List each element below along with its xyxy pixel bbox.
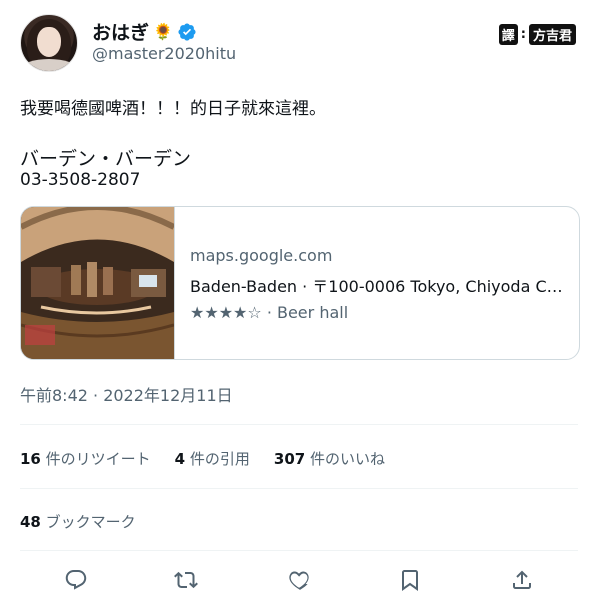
link-card-domain: maps.google.com: [190, 246, 333, 265]
bookmark-button[interactable]: [396, 566, 424, 594]
share-icon: [513, 570, 531, 589]
reply-icon: [65, 570, 87, 590]
tweet-timestamp[interactable]: 午前8:42 · 2022年12月11日: [20, 382, 233, 406]
quotes-stat[interactable]: 4 件の引用: [175, 448, 250, 469]
divider: [20, 550, 578, 551]
likes-count: 307: [273, 450, 306, 468]
quotes-count: 4: [174, 450, 186, 468]
engagement-stats: 16 件のリツイート 4 件の引用 307 件のいいね: [20, 448, 385, 469]
tweet-text-line-1: 我要喝德國啤酒！！！的日子就來這裡。: [20, 99, 326, 119]
avatar-face: [37, 27, 61, 57]
share-button[interactable]: [508, 566, 536, 594]
like-button[interactable]: [285, 566, 313, 594]
tweet-text-line-3: 03-3508-2807: [20, 170, 141, 190]
link-card-title: Baden-Baden · 〒100-0006 Tokyo, Chiyoda C…: [190, 277, 565, 296]
bookmarks-count: 48: [20, 513, 41, 531]
verified-badge-icon: [177, 22, 197, 42]
translator-badge: 譯 : 方吉君: [498, 24, 576, 45]
retweets-count: 16: [20, 450, 41, 468]
avatar-shoulder: [21, 59, 77, 71]
like-icon: [289, 571, 309, 590]
quotes-label: 件の引用: [189, 450, 250, 468]
link-card-body: maps.google.com Baden-Baden · 〒100-0006 …: [175, 207, 565, 359]
divider: [20, 424, 578, 425]
retweets-label: 件のリツイート: [45, 450, 151, 468]
bookmarks-label: ブックマーク: [45, 513, 136, 531]
link-card[interactable]: maps.google.com Baden-Baden · 〒100-0006 …: [20, 206, 580, 360]
bookmarks-stat[interactable]: 48 ブックマーク: [20, 511, 136, 532]
sunflower-emoji: 🌻: [153, 21, 173, 41]
retweet-icon: [174, 571, 198, 589]
divider: [20, 488, 578, 489]
rating-stars: ★★★★☆: [190, 303, 262, 322]
action-bar: [20, 562, 578, 598]
translator-name: 方吉君: [528, 24, 576, 45]
link-card-category: · Beer hall: [266, 303, 349, 322]
link-card-thumbnail: [21, 207, 175, 359]
translator-prefix: 譯: [498, 24, 518, 45]
tweet-text-line-2: バーデン・バーデン: [20, 148, 192, 170]
reply-button[interactable]: [62, 566, 90, 594]
avatar[interactable]: [20, 14, 78, 72]
translator-separator: :: [520, 27, 526, 42]
author-display-name[interactable]: おはぎ: [92, 18, 149, 45]
retweets-stat[interactable]: 16 件のリツイート: [20, 448, 151, 469]
link-card-description: ★★★★☆ · Beer hall: [190, 303, 565, 322]
likes-stat[interactable]: 307 件のいいね: [274, 448, 385, 469]
author-name-row: おはぎ 🌻: [92, 18, 197, 45]
retweet-button[interactable]: [172, 566, 200, 594]
bookmark-icon: [402, 570, 418, 591]
likes-label: 件のいいね: [310, 450, 386, 468]
author-handle[interactable]: @master2020hitu: [92, 44, 236, 63]
